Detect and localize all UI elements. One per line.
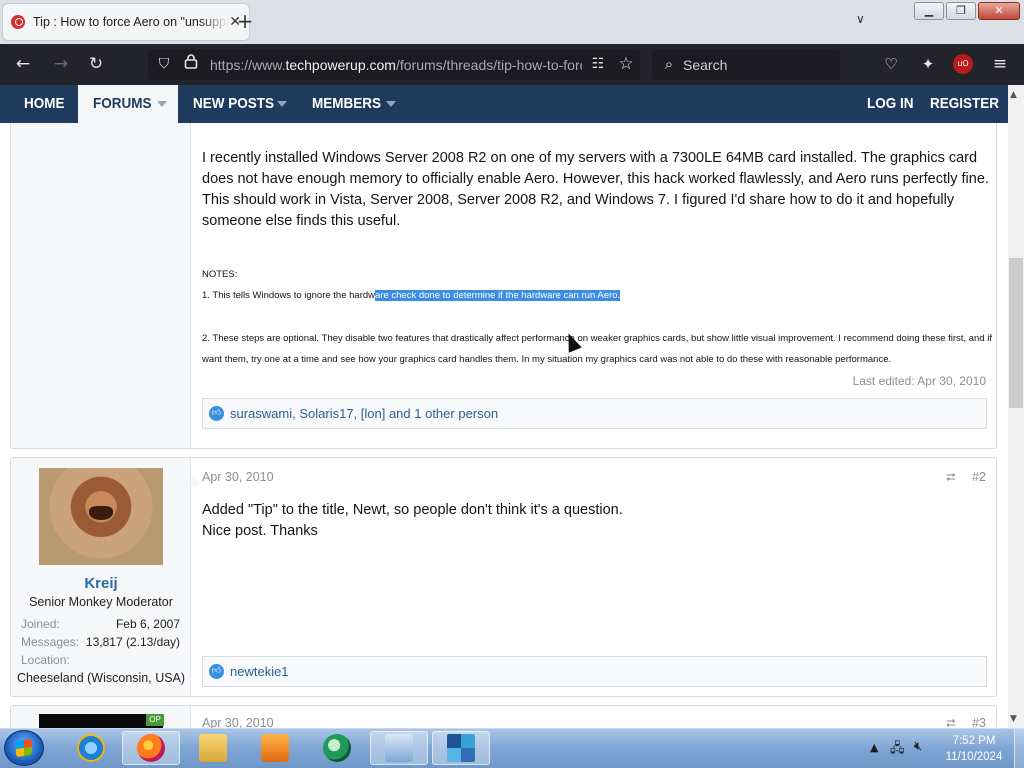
close-window-button[interactable]: ✕	[978, 2, 1020, 20]
techpowerup-favicon-icon	[11, 15, 25, 29]
browser-tab-strip: Tip : How to force Aero on "unsupported"…	[0, 0, 1024, 44]
maximize-button[interactable]: ❐	[946, 2, 976, 20]
register-link[interactable]: REGISTER	[930, 85, 999, 123]
lock-icon[interactable]	[180, 53, 202, 75]
like-icon: 👍︎	[209, 406, 224, 421]
post-2-number[interactable]: #2	[972, 470, 986, 484]
post-3-number[interactable]: #3	[972, 716, 986, 728]
avatar[interactable]	[39, 714, 163, 728]
browser-tab[interactable]: Tip : How to force Aero on "unsupported"…	[2, 3, 250, 41]
last-edited: Last edited: Apr 30, 2010	[852, 374, 986, 388]
search-box[interactable]	[652, 50, 840, 80]
messages-value: 13,817 (2.13/day)	[85, 635, 180, 649]
pocket-icon[interactable]: ♡	[880, 53, 902, 75]
new-posts-dropdown-icon[interactable]	[277, 101, 287, 107]
new-tab-button[interactable]: +	[234, 10, 256, 32]
note-2-line-2: want them, try one at a time and see how…	[202, 354, 892, 365]
menu-icon[interactable]: ≡	[989, 53, 1011, 75]
post-1: I recently installed Windows Server 2008…	[10, 123, 997, 449]
members-dropdown-icon[interactable]	[386, 101, 396, 107]
post-2-line-2: Nice post. Thanks	[202, 523, 318, 539]
note-2-line-1: 2. These steps are optional. They disabl…	[202, 333, 992, 344]
internet-explorer-icon	[77, 734, 105, 762]
reload-icon[interactable]: ↻	[85, 53, 107, 75]
post-1-user-column	[11, 123, 191, 448]
back-icon[interactable]: ←	[12, 53, 34, 75]
post-2-line-1: Added "Tip" to the title, Newt, so peopl…	[202, 502, 623, 518]
network-icon[interactable]: 🖧︎	[890, 739, 905, 761]
post-2-reaction-users[interactable]: newtekie1	[230, 664, 289, 679]
post-1-paragraph: I recently installed Windows Server 2008…	[202, 150, 989, 229]
tracking-protection-icon[interactable]: ⛉	[153, 53, 175, 75]
extensions-icon[interactable]: ✦	[917, 53, 939, 75]
url-text[interactable]: https://www.techpowerup.com/forums/threa…	[210, 57, 582, 73]
like-icon: 👍︎	[209, 664, 224, 679]
forward-icon[interactable]: →	[50, 53, 72, 75]
scroll-up-icon[interactable]: ▲	[1010, 90, 1017, 100]
show-desktop-button[interactable]	[1014, 729, 1024, 768]
list-all-tabs-icon[interactable]: ∨	[856, 12, 865, 26]
location-value: Cheeseland (Wisconsin, USA)	[16, 671, 186, 685]
note-1: 1. This tells Windows to ignore the hard…	[202, 290, 621, 301]
share-icon[interactable]: ⮂	[946, 470, 956, 485]
message-pointer	[191, 475, 200, 491]
folder-icon	[199, 734, 227, 762]
notes-heading: NOTES:	[202, 269, 238, 280]
post-3: OP Apr 30, 2010 ⮂ #3	[10, 705, 997, 728]
post-2-user-column: Kreij Senior Monkey Moderator Joined: Fe…	[11, 458, 191, 696]
post-3-user-column: OP	[11, 706, 191, 728]
forums-dropdown-icon[interactable]	[157, 101, 167, 107]
reader-view-icon[interactable]: ☷	[587, 53, 609, 75]
messages-label: Messages:	[21, 635, 80, 649]
nav-new-posts[interactable]: NEW POSTS	[193, 85, 274, 123]
bookmark-star-icon[interactable]: ☆	[615, 53, 637, 75]
control-panel-icon	[385, 734, 413, 762]
share-icon[interactable]: ⮂	[946, 716, 956, 728]
selected-text: are check done to determine if the hardw…	[375, 290, 621, 301]
minimize-button[interactable]: ▁	[914, 2, 944, 20]
search-placeholder[interactable]: Search	[683, 57, 727, 73]
op-badge: OP	[146, 714, 164, 726]
post-2: Kreij Senior Monkey Moderator Joined: Fe…	[10, 457, 997, 697]
username[interactable]: Kreij	[11, 575, 191, 592]
app-icon	[323, 734, 351, 762]
site-navigation: HOME FORUMS NEW POSTS MEMBERS LOG IN REG…	[0, 85, 1008, 123]
log-in-link[interactable]: LOG IN	[867, 85, 914, 123]
scrollbar-thumb[interactable]	[1009, 258, 1023, 408]
user-title: Senior Monkey Moderator	[29, 595, 173, 609]
avatar[interactable]	[39, 468, 163, 565]
location-label: Location:	[21, 653, 70, 667]
scroll-down-icon[interactable]: ▼	[1010, 714, 1017, 724]
window-controls: ▁ ❐ ✕	[914, 2, 1020, 20]
post-2-date[interactable]: Apr 30, 2010	[202, 470, 274, 484]
joined-label: Joined:	[21, 617, 60, 631]
nav-members[interactable]: MEMBERS	[312, 85, 381, 123]
joined-value: Feb 6, 2007	[115, 617, 180, 631]
start-button[interactable]	[4, 730, 44, 766]
post-2-reactions-bar[interactable]: 👍︎ newtekie1	[202, 656, 987, 687]
registry-editor-icon	[447, 734, 475, 762]
search-icon: ⌕	[664, 55, 674, 73]
nav-forums[interactable]: FORUMS	[93, 85, 152, 123]
volume-muted-icon[interactable]: 🔇︎	[914, 739, 922, 754]
nav-home[interactable]: HOME	[24, 85, 65, 123]
post-3-date[interactable]: Apr 30, 2010	[202, 716, 274, 728]
firefox-icon	[137, 734, 165, 762]
media-player-icon	[261, 734, 289, 762]
show-hidden-icons-icon[interactable]: ▲	[870, 741, 878, 754]
clock-time: 7:52 PM	[952, 735, 996, 747]
clock-date: 11/10/2024	[945, 751, 1003, 763]
clock[interactable]: 7:52 PM 11/10/2024	[944, 733, 1004, 765]
post-1-reaction-users[interactable]: suraswami, Solaris17, [lon] and 1 other …	[230, 406, 498, 421]
thread-content: I recently installed Windows Server 2008…	[0, 123, 1008, 728]
tab-title: Tip : How to force Aero on "unsupported"…	[33, 15, 229, 29]
post-1-reactions-bar[interactable]: 👍︎ suraswami, Solaris17, [lon] and 1 oth…	[202, 398, 987, 429]
ublock-origin-icon[interactable]: uO	[953, 54, 973, 74]
